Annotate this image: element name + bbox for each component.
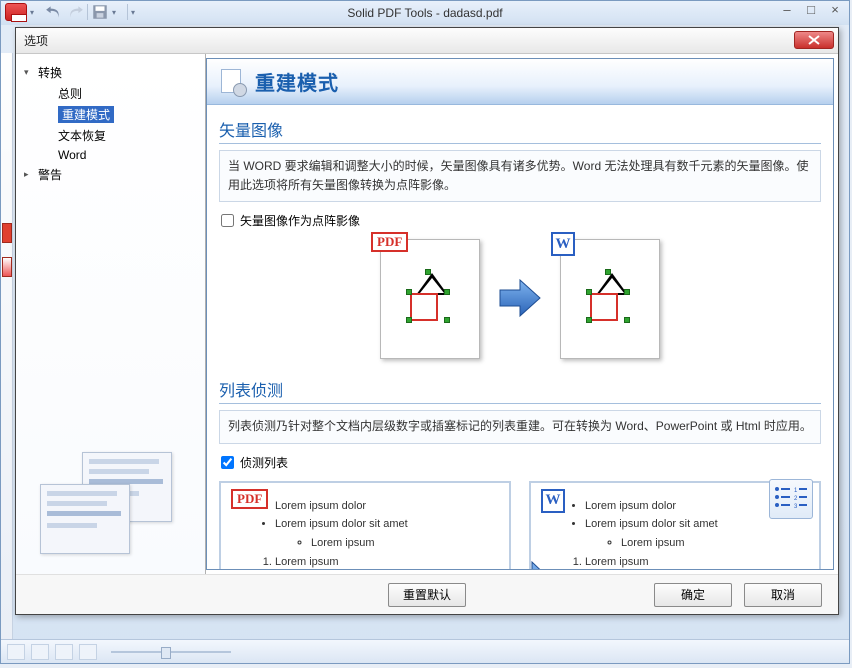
- word-badge-icon: W: [541, 489, 565, 513]
- checkbox-label: 侦测列表: [240, 454, 288, 471]
- content-title: 重建模式: [255, 67, 339, 96]
- content-header: 重建模式: [207, 59, 833, 105]
- tree-node-convert[interactable]: ▾ 转换: [22, 62, 199, 83]
- tree-collapse-icon[interactable]: ▾: [24, 67, 36, 78]
- shapes-icon: [402, 271, 458, 327]
- app-window: ▾ ▾ ▾ Solid PDF Tools - dadasd.pdf – □ ×…: [0, 0, 850, 664]
- maximize-button[interactable]: □: [801, 3, 821, 19]
- tree-node-general[interactable]: 总则: [22, 83, 199, 104]
- status-bar: [1, 639, 849, 663]
- vector-to-raster-checkbox-row[interactable]: 矢量图像作为点阵影像: [221, 212, 821, 229]
- section-vector-title: 矢量图像: [219, 117, 821, 141]
- tree-label-selected: 重建模式: [58, 106, 114, 123]
- list-illustration: PDF Lorem ipsum dolor Lorem ipsum dolor …: [219, 481, 821, 569]
- tree-label: 转换: [38, 64, 62, 81]
- tree-node-text-recovery[interactable]: 文本恢复: [22, 125, 199, 146]
- word-card: W: [560, 239, 660, 359]
- app-title: Solid PDF Tools - dadasd.pdf: [347, 6, 502, 20]
- section-list-title: 列表侦测: [219, 377, 821, 401]
- pdf-badge-icon: PDF: [231, 489, 268, 509]
- svg-text:1: 1: [794, 488, 798, 494]
- toolbar-separator: [127, 4, 128, 20]
- save-icon[interactable]: [91, 3, 109, 21]
- background-tab-icon: [2, 257, 12, 277]
- pdf-badge-icon: PDF: [371, 232, 408, 252]
- dialog-button-bar: 重置默认 确定 取消: [16, 574, 838, 614]
- tree-node-word[interactable]: Word: [22, 146, 199, 164]
- detect-list-checkbox[interactable]: [221, 456, 234, 469]
- zoom-slider[interactable]: [111, 651, 231, 653]
- dialog-close-button[interactable]: [794, 31, 834, 49]
- section-vector-description: 当 WORD 要求编辑和调整大小的时候，矢量图像具有诸多优势。Word 无法处理…: [219, 150, 821, 202]
- redo-icon[interactable]: [66, 3, 84, 21]
- arrow-right-icon: [508, 559, 554, 569]
- view-mode-icon[interactable]: [55, 644, 73, 660]
- list-item: Lorem ipsum dolor sit amet: [275, 515, 499, 534]
- minimize-button[interactable]: –: [777, 3, 797, 19]
- options-tree: ▾ 转换 总则 重建模式 文本恢复 Word ▸ 警告: [16, 54, 206, 574]
- pdf-list-card: PDF Lorem ipsum dolor Lorem ipsum dolor …: [219, 481, 511, 569]
- save-dropdown[interactable]: ▾: [112, 8, 124, 17]
- vector-illustration: PDF W: [219, 239, 821, 359]
- options-content-panel: 重建模式 矢量图像 当 WORD 要求编辑和调整大小的时候，矢量图像具有诸多优势…: [206, 58, 834, 570]
- tree-label: 总则: [58, 85, 82, 102]
- dialog-title: 选项: [24, 32, 48, 49]
- tree-label: Word: [58, 148, 86, 162]
- options-dialog: 选项 ▾ 转换 总则 重建模式 文本恢复 Word ▸ 警告: [15, 27, 839, 615]
- svg-text:3: 3: [794, 504, 798, 510]
- ok-button[interactable]: 确定: [654, 583, 732, 607]
- app-menu-dropdown[interactable]: ▾: [30, 8, 42, 17]
- list-item: Lorem ipsum: [311, 534, 499, 553]
- checkbox-label: 矢量图像作为点阵影像: [240, 212, 360, 229]
- arrow-right-icon: [498, 278, 542, 321]
- dialog-titlebar[interactable]: 选项: [16, 28, 838, 54]
- divider: [219, 143, 821, 144]
- detect-list-checkbox-row[interactable]: 侦测列表: [221, 454, 821, 471]
- background-tab-icon: [2, 223, 12, 243]
- list-item: Lorem ipsum: [621, 534, 809, 553]
- pdf-card: PDF: [380, 239, 480, 359]
- shapes-icon: [582, 271, 638, 327]
- cancel-button[interactable]: 取消: [744, 583, 822, 607]
- svg-text:2: 2: [794, 496, 798, 502]
- page-gear-icon: [221, 69, 245, 95]
- list-item: Lorem ipsum: [585, 553, 809, 569]
- qat-customize-dropdown[interactable]: ▾: [131, 8, 143, 17]
- decorative-thumbnail-icon: [32, 452, 192, 562]
- list-item: Lorem ipsum: [275, 553, 499, 569]
- view-mode-icon[interactable]: [7, 644, 25, 660]
- toolbar-separator: [87, 4, 88, 20]
- divider: [219, 403, 821, 404]
- vector-to-raster-checkbox[interactable]: [221, 214, 234, 227]
- view-mode-icon[interactable]: [31, 644, 49, 660]
- tree-label: 警告: [38, 166, 62, 183]
- tree-label: 文本恢复: [58, 127, 106, 144]
- close-button[interactable]: ×: [825, 3, 845, 19]
- view-mode-icon[interactable]: [79, 644, 97, 660]
- app-titlebar: ▾ ▾ ▾ Solid PDF Tools - dadasd.pdf – □ ×: [1, 1, 849, 25]
- content-scroll-area[interactable]: 矢量图像 当 WORD 要求编辑和调整大小的时候，矢量图像具有诸多优势。Word…: [207, 105, 833, 569]
- word-badge-icon: W: [551, 232, 575, 256]
- tree-expand-icon[interactable]: ▸: [24, 169, 36, 180]
- undo-icon[interactable]: [45, 3, 63, 21]
- background-sidebar: [1, 53, 13, 659]
- tree-node-rebuild-mode[interactable]: 重建模式: [22, 104, 199, 125]
- list-item: Lorem ipsum dolor: [275, 497, 499, 516]
- app-logo-icon[interactable]: [5, 3, 27, 21]
- quick-access-toolbar: ▾ ▾ ▾: [5, 3, 143, 21]
- tree-node-warnings[interactable]: ▸ 警告: [22, 164, 199, 185]
- reset-defaults-button[interactable]: 重置默认: [388, 583, 466, 607]
- section-list-description: 列表侦测乃针对整个文档内层级数字或插塞标记的列表重建。可在转换为 Word、Po…: [219, 410, 821, 443]
- list-style-icon: 1 2 3: [769, 479, 813, 519]
- word-list-card: W 123 Lorem ipsum dolor Lorem ipsum dolo…: [529, 481, 821, 569]
